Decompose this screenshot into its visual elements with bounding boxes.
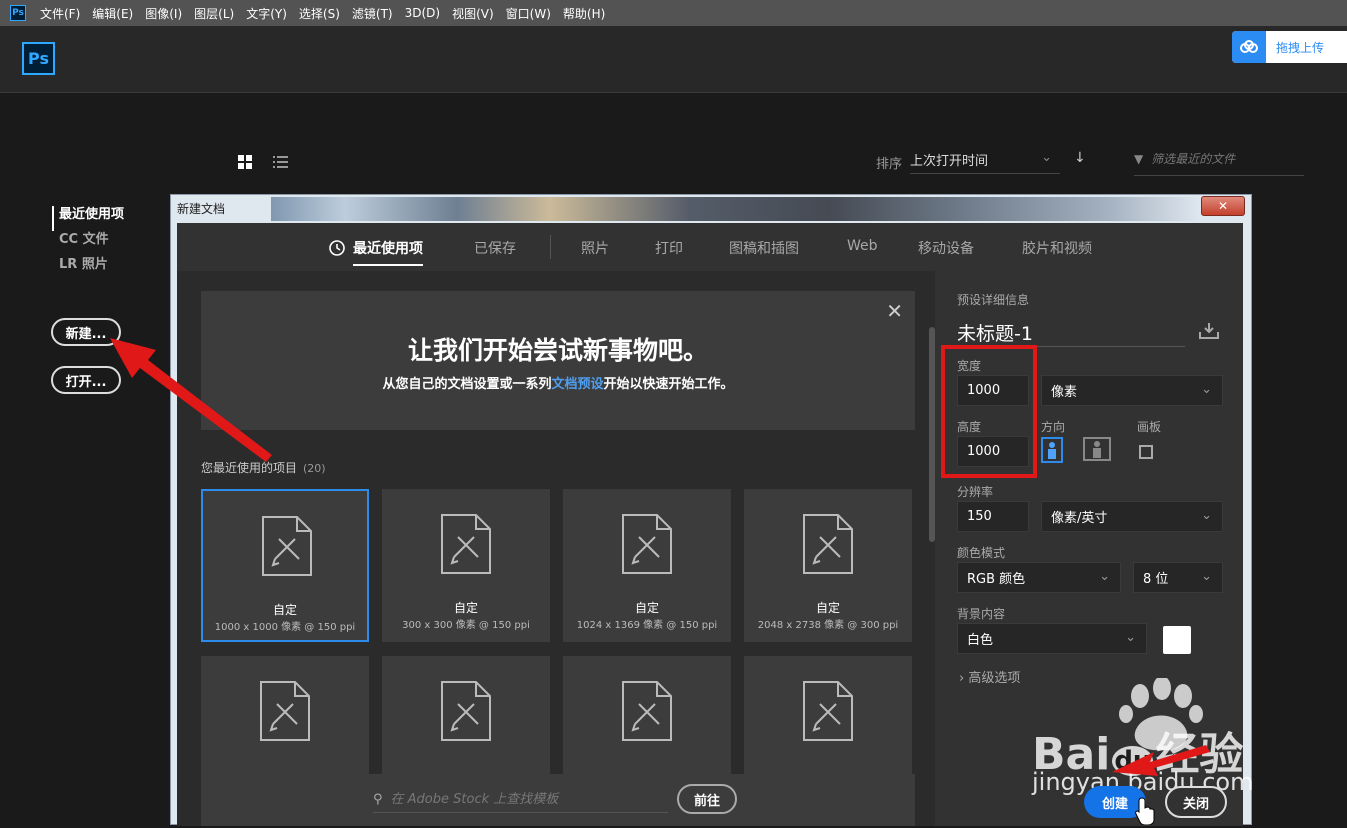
red-arrow-icon <box>110 338 272 462</box>
red-arrow-icon <box>1112 745 1210 776</box>
hand-cursor-icon <box>1135 797 1155 825</box>
annotation-arrows <box>110 338 1210 825</box>
